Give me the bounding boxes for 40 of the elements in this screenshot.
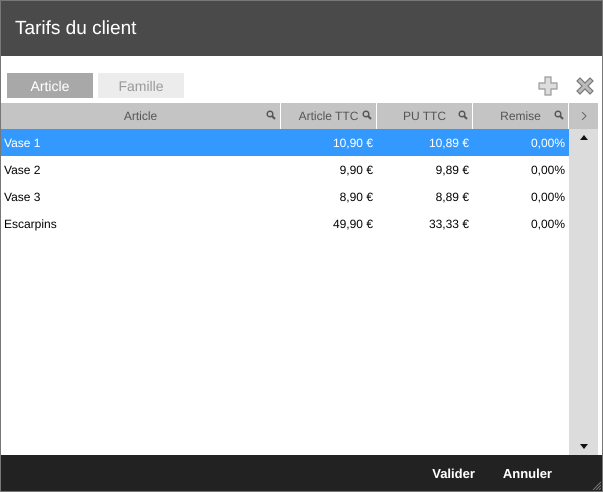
table-cell: 8,90 € — [340, 190, 373, 204]
table-row[interactable]: Vase 3 8,90 € 8,89 € 0,00% — [1, 183, 569, 210]
table-cell: 33,33 € — [428, 216, 469, 230]
scroll-up-icon[interactable] — [580, 135, 588, 140]
scroll-right-icon[interactable] — [580, 112, 586, 120]
add-icon[interactable] — [537, 74, 559, 96]
search-icon[interactable] — [362, 110, 372, 120]
search-icon[interactable] — [266, 110, 276, 120]
column-header[interactable]: Remise — [473, 103, 569, 129]
table-cell: Vase 1 — [4, 136, 40, 150]
table-cell: 49,90 € — [332, 216, 373, 230]
search-icon[interactable] — [458, 110, 468, 120]
column-header[interactable]: Article — [1, 103, 281, 129]
dialog-button[interactable]: Valider — [432, 464, 475, 482]
table-row[interactable]: Escarpins 49,90 € 33,33 € 0,00% — [1, 210, 569, 237]
table-cell: Vase 2 — [4, 162, 40, 176]
column-header[interactable]: Article TTC — [281, 103, 377, 129]
tab[interactable]: Article — [7, 73, 93, 98]
table-cell: 0,00% — [530, 216, 565, 230]
table-cell: 10,90 € — [332, 136, 373, 150]
tab[interactable]: Famille — [98, 73, 184, 98]
table-cell: 10,89 € — [428, 136, 469, 150]
table-row[interactable]: Vase 1 10,90 € 10,89 € 0,00% — [1, 129, 569, 156]
table-cell: 9,89 € — [436, 162, 469, 176]
table-cell: Vase 3 — [4, 190, 40, 204]
table-cell: 0,00% — [530, 190, 565, 204]
scroll-down-icon[interactable] — [580, 444, 588, 449]
search-icon[interactable] — [554, 110, 564, 120]
table-row[interactable]: Vase 2 9,90 € 9,89 € 0,00% — [1, 156, 569, 183]
close-icon[interactable] — [574, 74, 596, 96]
column-header[interactable]: PU TTC — [377, 103, 473, 129]
table-cell: 0,00% — [530, 162, 565, 176]
resize-grip-icon[interactable] — [591, 480, 601, 490]
table-cell: 9,90 € — [340, 162, 373, 176]
table-cell: Escarpins — [4, 216, 57, 230]
window-title: Tarifs du client — [1, 1, 602, 56]
table-cell: 8,89 € — [436, 190, 469, 204]
scrollbar[interactable] — [569, 129, 598, 455]
dialog-button[interactable]: Annuler — [502, 464, 552, 482]
table-cell: 0,00% — [530, 136, 565, 150]
